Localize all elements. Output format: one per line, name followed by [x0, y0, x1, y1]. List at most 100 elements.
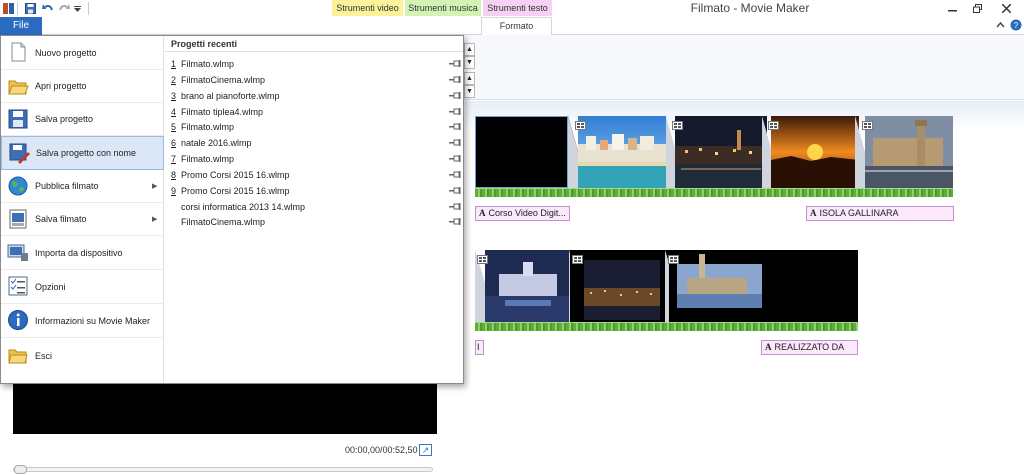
transition-icon[interactable]: [862, 121, 873, 130]
spinner-down-button[interactable]: ▼: [464, 85, 475, 98]
fullscreen-icon[interactable]: ↗: [419, 444, 432, 456]
recent-item[interactable]: 4 Filmato tiplea4.wlmp: [165, 105, 463, 120]
tab-formato[interactable]: Formato: [481, 17, 552, 36]
storyboard-panel[interactable]: ACorso Video Digit... AISOLA GALLINARA: [465, 101, 1024, 475]
recent-item[interactable]: 7 Filmato.wlmp: [165, 152, 463, 167]
recent-item[interactable]: 8 Promo Corsi 2015 16.wlmp: [165, 168, 463, 183]
menu-item-nuovo-progetto[interactable]: Nuovo progetto: [1, 36, 164, 70]
file-button[interactable]: File: [0, 17, 42, 35]
transition-icon[interactable]: [572, 255, 583, 264]
redo-icon[interactable]: [57, 2, 70, 15]
caption-icon: A: [479, 208, 486, 218]
app-icon[interactable]: [2, 2, 14, 15]
menu-item-importa-dispositivo[interactable]: Importa da dispositivo: [1, 236, 164, 270]
pin-icon[interactable]: [449, 139, 461, 147]
pin-icon[interactable]: [449, 218, 461, 226]
photo-clip-sunset[interactable]: [771, 116, 859, 188]
transition-icon[interactable]: [768, 121, 779, 130]
ribbon-tab-strip: Formato ?: [0, 17, 1024, 36]
pin-icon[interactable]: [449, 203, 461, 211]
photo-clip-coastal-town[interactable]: [578, 116, 666, 188]
menu-label: Esci: [35, 351, 53, 361]
transition-icon[interactable]: [477, 255, 488, 264]
recent-item[interactable]: 3 brano al pianoforte.wlmp: [165, 89, 463, 104]
recent-number: 1: [171, 59, 177, 69]
exit-folder-icon: [8, 349, 28, 364]
recent-number: 6: [171, 138, 177, 148]
save-icon[interactable]: [24, 2, 37, 15]
spinner-down-button[interactable]: ▼: [464, 56, 475, 69]
publish-globe-icon: [8, 176, 28, 196]
recent-item[interactable]: corsi informatica 2013 14.wlmp: [165, 200, 463, 215]
caption-corso-video[interactable]: A Corso Video Digit...: [475, 206, 570, 221]
spinner-up-button[interactable]: ▲: [464, 43, 475, 56]
photo-clip-night-harbour[interactable]: [675, 116, 767, 188]
transition-icon[interactable]: [672, 121, 683, 130]
pin-icon[interactable]: [449, 108, 461, 116]
pin-icon[interactable]: [449, 187, 461, 195]
menu-item-apri-progetto[interactable]: Apri progetto: [1, 70, 164, 103]
video-clip-black[interactable]: [475, 116, 568, 188]
text-tools-label: Strumenti testo: [487, 3, 548, 13]
photo-clip-venice[interactable]: [669, 250, 858, 322]
collapse-ribbon-icon[interactable]: [996, 20, 1006, 30]
menu-item-salva-filmato[interactable]: Salva filmato ▶: [1, 203, 164, 236]
save-as-icon: [9, 143, 30, 164]
minimize-button[interactable]: [942, 0, 962, 16]
menu-label: Salva progetto: [35, 114, 94, 124]
recent-name: Promo Corsi 2015 16.wlmp: [181, 186, 290, 196]
recent-item[interactable]: 5 Filmato.wlmp: [165, 120, 463, 135]
timecode: 00:00,00/00:52,50: [345, 445, 418, 455]
recent-item[interactable]: 6 natale 2016.wlmp: [165, 136, 463, 151]
pin-icon[interactable]: [449, 155, 461, 163]
transition-icon[interactable]: [575, 121, 586, 130]
caption-short[interactable]: I: [475, 340, 484, 355]
recent-item[interactable]: 1 Filmato.wlmp: [165, 57, 463, 72]
submenu-arrow-icon: ▶: [152, 183, 158, 190]
seek-thumb[interactable]: [14, 465, 27, 474]
recent-name: Filmato.wlmp: [181, 154, 235, 164]
recent-number: 5: [171, 122, 177, 132]
timeline-track: [475, 188, 953, 197]
pin-icon[interactable]: [449, 60, 461, 68]
caption-realizzato-da[interactable]: A REALIZZATO DA: [761, 340, 858, 355]
menu-item-esci[interactable]: Esci: [1, 338, 164, 374]
close-button[interactable]: [988, 0, 1024, 16]
submenu-arrow-icon: ▶: [152, 216, 158, 223]
caption-isola-gallinara[interactable]: A ISOLA GALLINARA: [806, 206, 954, 221]
photo-clip-london[interactable]: [865, 116, 953, 188]
music-tools-label: Strumenti musica: [408, 3, 478, 13]
open-project-icon: [8, 80, 29, 95]
spinner-up-button[interactable]: ▲: [464, 72, 475, 85]
seek-bar[interactable]: [13, 467, 433, 472]
context-tab-video-tools[interactable]: Strumenti video: [332, 0, 403, 16]
pin-icon[interactable]: [449, 123, 461, 131]
undo-icon[interactable]: [41, 2, 54, 15]
menu-item-salva-progetto[interactable]: Salva progetto: [1, 103, 164, 136]
photo-clip-city-lights[interactable]: [570, 250, 669, 322]
new-project-icon: [11, 42, 26, 62]
recent-item[interactable]: 2 FilmatoCinema.wlmp: [165, 73, 463, 88]
movie-maker-window: Strumenti video Strumenti musica Strumen…: [0, 0, 1024, 475]
recent-item[interactable]: FilmatoCinema.wlmp: [165, 215, 463, 230]
context-tab-music-tools[interactable]: Strumenti musica: [405, 0, 481, 16]
preview-player[interactable]: [13, 384, 437, 434]
menu-item-opzioni[interactable]: Opzioni: [1, 270, 164, 304]
pin-icon[interactable]: [449, 92, 461, 100]
context-tab-text-tools[interactable]: Strumenti testo: [483, 0, 552, 16]
help-icon[interactable]: ?: [1010, 19, 1022, 31]
photo-clip-madrid-night[interactable]: [485, 250, 571, 322]
recent-name: Filmato tiplea4.wlmp: [181, 107, 264, 117]
menu-item-informazioni[interactable]: Informazioni su Movie Maker: [1, 304, 164, 338]
caption-text: Corso Video Digit...: [488, 208, 566, 218]
customize-qat-icon[interactable]: [72, 2, 82, 15]
window-title: Filmato - Movie Maker: [690, 1, 810, 15]
pin-icon[interactable]: [449, 171, 461, 179]
transition-icon[interactable]: [668, 255, 679, 264]
menu-label: Apri progetto: [35, 81, 87, 91]
recent-item[interactable]: 9 Promo Corsi 2015 16.wlmp: [165, 184, 463, 199]
menu-item-pubblica-filmato[interactable]: Pubblica filmato ▶: [1, 170, 164, 203]
pin-icon[interactable]: [449, 76, 461, 84]
menu-item-salva-con-nome[interactable]: Salva progetto con nome: [1, 136, 164, 170]
restore-button[interactable]: [966, 0, 988, 16]
